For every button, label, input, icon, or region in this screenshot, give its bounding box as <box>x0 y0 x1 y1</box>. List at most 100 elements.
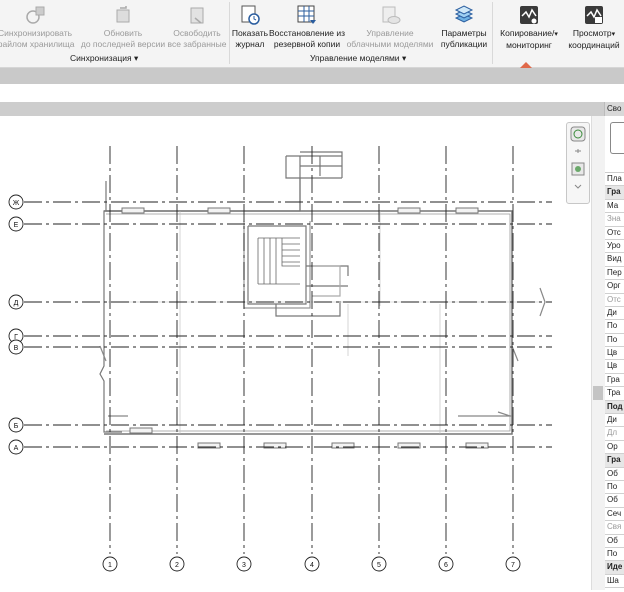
vertical-scrollbar[interactable] <box>591 116 605 590</box>
grid-row-label: А <box>14 445 19 452</box>
property-row[interactable]: Ор <box>605 440 624 455</box>
manage-cloud-label-2: облачными моделями <box>346 39 434 49</box>
property-row[interactable]: Иде <box>605 561 624 575</box>
models-group-label[interactable]: Управление моделями ▾ <box>310 53 406 64</box>
property-row[interactable]: Вид <box>605 253 624 267</box>
grid-bubble-col[interactable]: 5 <box>371 556 387 572</box>
property-row[interactable]: Гра <box>605 186 624 200</box>
grid-bubble-col[interactable]: 2 <box>169 556 185 572</box>
property-row[interactable]: Гра <box>605 454 624 468</box>
grid-col-label: 3 <box>242 562 246 569</box>
show-history-label-2: журнал <box>235 39 265 49</box>
property-row[interactable]: Ди <box>605 306 624 321</box>
property-row[interactable]: Отс <box>605 293 624 307</box>
grid-bubbles: ЖЕДГВБА1 2 3 4 5 6 7 <box>8 194 521 572</box>
dropdown-caret-icon: ▾ <box>554 31 558 38</box>
copy-monitor-icon <box>520 6 538 24</box>
property-row[interactable]: Сеч <box>605 507 624 522</box>
sync-icon <box>26 6 45 24</box>
relinquish-icon <box>190 7 204 24</box>
scroll-thumb[interactable] <box>593 386 603 400</box>
window <box>207 207 231 214</box>
grid-bubble-col[interactable]: 6 <box>438 556 454 572</box>
grid-row-label: Ж <box>13 200 20 207</box>
copy-monitor-button[interactable]: Копирование/▾ мониторинг <box>494 4 564 51</box>
property-row[interactable]: Об <box>605 534 624 548</box>
type-selector[interactable] <box>605 116 624 173</box>
grid-bubble-col[interactable]: 1 <box>102 556 118 572</box>
property-row[interactable]: Свя <box>605 521 624 535</box>
grid-bubble-row[interactable]: Ж <box>8 194 24 210</box>
property-row[interactable]: По <box>605 480 624 495</box>
sync-group-label[interactable]: Синхронизация ▾ <box>70 53 138 64</box>
property-row[interactable]: Об <box>605 494 624 508</box>
reload-icon <box>116 6 130 23</box>
dropdown-caret-icon: ▾ <box>611 31 616 38</box>
grid-bubble-row[interactable]: В <box>8 339 24 355</box>
property-row[interactable]: Уро <box>605 239 624 254</box>
property-row[interactable]: Ша <box>605 574 624 589</box>
drawing-canvas[interactable]: ЖЕДГВБА1234567 <box>0 116 604 590</box>
copy-monitor-label-1: Копирование/ <box>500 28 555 38</box>
coordination-review-button[interactable]: Просмотр▾ координаций <box>562 4 624 51</box>
grid-bubble-row[interactable]: Д <box>8 294 24 310</box>
property-row[interactable]: Зна <box>605 213 624 227</box>
property-row[interactable]: Об <box>605 467 624 481</box>
sync-label-1: Синхронизировать <box>0 28 73 38</box>
sync-group-text: Синхронизация <box>70 53 132 63</box>
property-row[interactable]: По <box>605 320 624 334</box>
reload-label-2: до последней версии <box>80 39 166 49</box>
property-row[interactable]: Дл <box>605 427 624 441</box>
type-preview-icon <box>610 122 624 154</box>
property-row[interactable]: Цв <box>605 360 624 374</box>
property-row[interactable]: По <box>605 547 624 562</box>
property-row[interactable]: Ма <box>605 199 624 214</box>
property-row[interactable]: Орг <box>605 280 624 294</box>
properties-rows: Пла Гра Ма Зна Отс Уро Вид Пер Орг Отс Ди По По Цв Цв Г… <box>605 173 624 590</box>
grid-row-label: Е <box>14 222 19 229</box>
publish-settings-button[interactable]: Параметры публикации <box>436 4 492 50</box>
grid-bubble-row[interactable]: Е <box>8 216 24 232</box>
grid-bubble-row[interactable]: А <box>8 439 24 455</box>
grid-lines <box>24 146 552 554</box>
relinquish-all-button[interactable]: Освободить все забранные <box>166 4 228 50</box>
restore-backup-button[interactable]: Восстановление из резервной копии <box>268 4 346 50</box>
publish-settings-label-2: публикации <box>440 39 488 49</box>
property-row[interactable]: Пла <box>605 173 624 187</box>
property-row[interactable]: Под <box>605 400 624 415</box>
property-row[interactable]: Ди <box>605 414 624 428</box>
grid-bubble-col[interactable]: 7 <box>505 556 521 572</box>
staircase <box>257 237 300 285</box>
grid-bubble-col[interactable]: 4 <box>304 556 320 572</box>
property-row[interactable]: По <box>605 333 624 348</box>
show-history-button[interactable]: Показать журнал <box>230 4 270 50</box>
property-row[interactable]: Тра <box>605 387 624 401</box>
grid-row-label: Б <box>14 423 19 430</box>
property-row[interactable]: Отс <box>605 226 624 240</box>
properties-header: Сво <box>605 102 624 116</box>
floor-plan[interactable]: ЖЕДГВБА1 2 3 4 5 6 7 <box>0 116 591 590</box>
view-tab-bar <box>0 102 604 116</box>
window <box>455 207 479 214</box>
navigation-bar[interactable] <box>566 122 590 204</box>
manage-cloud-label-1: Управление <box>366 28 414 38</box>
publish-settings-icon <box>454 5 474 23</box>
reload-latest-button[interactable]: Обновить до последней версии <box>78 4 168 50</box>
relinquish-label-1: Освободить <box>173 28 221 38</box>
grid-col-label: 4 <box>310 562 314 569</box>
property-row[interactable]: Цв <box>605 347 624 361</box>
grid-bubble-row[interactable]: Б <box>8 417 24 433</box>
grid-bubble-col[interactable]: 3 <box>236 556 252 572</box>
window <box>397 207 421 214</box>
manage-cloud-models-button[interactable]: Управление облачными моделями <box>344 4 436 50</box>
property-row[interactable]: Пер <box>605 266 624 281</box>
workspace-gap <box>0 84 624 102</box>
sync-with-central-button[interactable]: Синхронизировать файлом хранилища <box>0 4 80 50</box>
building-walls <box>99 151 546 435</box>
grid-col-label: 7 <box>511 562 515 569</box>
relinquish-label-2: все забранные <box>167 39 227 49</box>
sync-label-2: файлом хранилища <box>0 39 75 49</box>
restore-backup-icon <box>297 5 316 24</box>
properties-panel: Сво Пла Гра Ма Зна Отс Уро Вид Пер Орг Отс Ди По По Ц… <box>604 102 624 590</box>
property-row[interactable]: Гра <box>605 373 624 388</box>
